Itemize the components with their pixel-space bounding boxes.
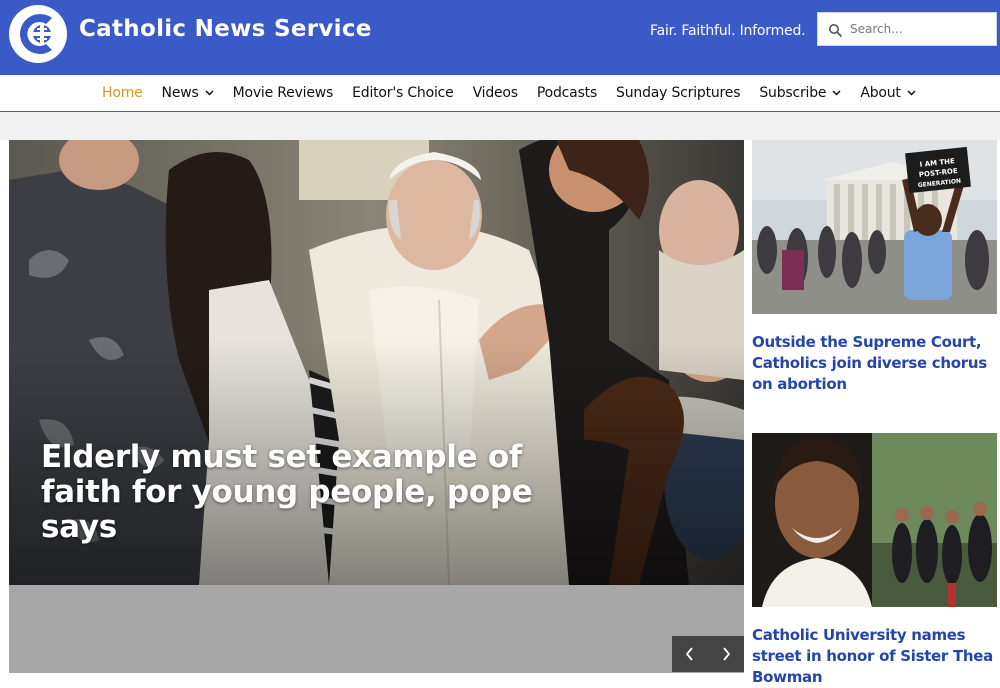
slider-prev-button[interactable]	[672, 636, 708, 672]
hero-headline[interactable]: Elderly must set example of faith for yo…	[41, 440, 561, 545]
story-thumbnail[interactable]	[752, 433, 997, 607]
site-title[interactable]: Catholic News Service	[79, 16, 372, 42]
nav-item-label: Home	[102, 85, 143, 101]
nav-item-about[interactable]: About	[860, 85, 916, 101]
nav-item-label: Podcasts	[536, 85, 598, 101]
nav-item-label: Subscribe	[759, 85, 827, 101]
nav-item-label: News	[161, 85, 199, 101]
main-nav: Home News Movie Reviews Editor's Choice …	[0, 75, 1000, 112]
story-headline[interactable]: Catholic University names street in hono…	[752, 625, 997, 688]
nav-item-label: Movie Reviews	[232, 85, 334, 101]
search-input[interactable]	[850, 19, 990, 39]
story-photo: I AM THE POST-ROE GENERATION	[752, 140, 997, 314]
search-icon	[829, 24, 842, 37]
sidebar-story[interactable]: I AM THE POST-ROE GENERATION Outside the…	[752, 140, 997, 395]
chevron-down-icon	[832, 90, 841, 96]
hero-caption-area	[9, 585, 744, 673]
sidebar-story[interactable]: Catholic University names street in hono…	[752, 433, 997, 688]
chevron-down-icon	[205, 90, 214, 96]
chevron-right-icon	[723, 647, 731, 661]
nav-item-label: About	[860, 85, 901, 101]
cross-c-logo-icon[interactable]	[8, 4, 68, 64]
nav-item-videos[interactable]: Videos	[472, 85, 519, 101]
chevron-left-icon	[685, 647, 693, 661]
slider-controls	[672, 636, 744, 672]
nav-item-movie-reviews[interactable]: Movie Reviews	[233, 85, 334, 101]
nav-item-podcasts[interactable]: Podcasts	[537, 85, 597, 101]
chevron-down-icon	[907, 90, 916, 96]
story-photo	[752, 433, 997, 607]
content-spacer	[0, 112, 1000, 140]
site-tagline: Fair. Faithful. Informed.	[650, 23, 806, 39]
nav-item-label: Videos	[472, 85, 519, 101]
nav-item-sunday-scriptures[interactable]: Sunday Scriptures	[616, 85, 740, 101]
nav-item-subscribe[interactable]: Subscribe	[759, 85, 841, 101]
hero-slide[interactable]: Elderly must set example of faith for yo…	[9, 140, 744, 585]
nav-item-news[interactable]: News	[162, 85, 214, 101]
nav-item-home[interactable]: Home	[102, 85, 143, 101]
slider-next-button[interactable]	[708, 636, 744, 672]
search-box[interactable]	[817, 12, 997, 46]
story-headline[interactable]: Outside the Supreme Court, Catholics joi…	[752, 332, 997, 395]
nav-item-editors-choice[interactable]: Editor's Choice	[352, 85, 454, 101]
site-header: Catholic News Service Fair. Faithful. In…	[0, 0, 1000, 75]
nav-item-label: Editor's Choice	[352, 85, 454, 101]
story-thumbnail[interactable]: I AM THE POST-ROE GENERATION	[752, 140, 997, 314]
nav-item-label: Sunday Scriptures	[616, 85, 741, 101]
